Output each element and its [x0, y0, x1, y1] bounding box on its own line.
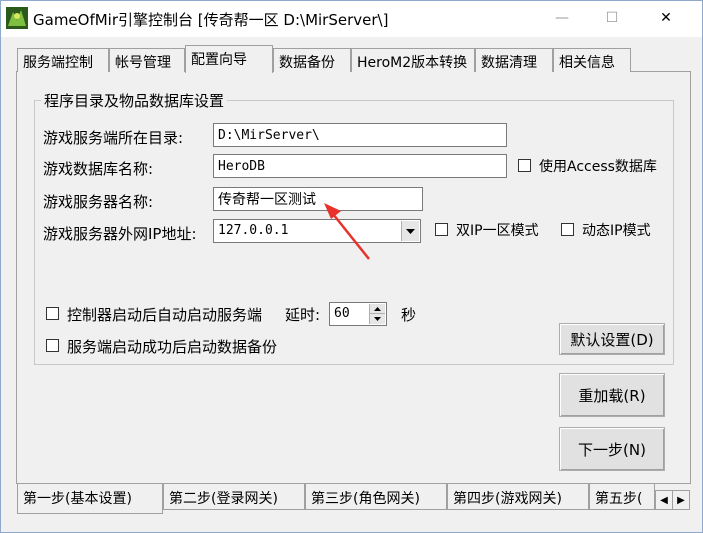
- delay-spinner[interactable]: 60: [329, 302, 387, 326]
- app-icon: [6, 7, 28, 29]
- seconds-label: 秒: [401, 306, 417, 324]
- delay-value: 60: [334, 306, 350, 321]
- title-bar: GameOfMir引擎控制台 [传奇帮一区 D:\MirServer\] — ☐…: [1, 1, 702, 37]
- minimize-icon: —: [555, 10, 569, 26]
- tab-step5[interactable]: 第五步(: [589, 484, 655, 510]
- tab-server-control[interactable]: 服务端控制: [17, 48, 109, 72]
- dynamic-ip-label: 动态IP模式: [582, 223, 651, 239]
- next-step-button[interactable]: 下一步(N): [559, 427, 665, 471]
- tab-herom2-convert[interactable]: HeroM2版本转换: [351, 48, 475, 72]
- backup-checkbox[interactable]: [46, 339, 59, 352]
- close-button[interactable]: ✕: [643, 1, 689, 35]
- dynamic-ip-checkbox[interactable]: [561, 223, 574, 236]
- tab-about[interactable]: 相关信息: [553, 48, 631, 72]
- spin-down-icon[interactable]: [370, 314, 385, 324]
- close-icon: ✕: [660, 10, 672, 26]
- autostart-label: 控制器启动后自动启动服务端: [67, 306, 263, 324]
- db-name-input[interactable]: [213, 154, 507, 178]
- autostart-checkbox[interactable]: [46, 307, 59, 320]
- group-title: 程序目录及物品数据库设置: [41, 90, 228, 111]
- window-title: GameOfMir引擎控制台 [传奇帮一区 D:\MirServer\]: [33, 11, 389, 29]
- spin-up-icon[interactable]: [370, 304, 385, 314]
- dual-ip-label: 双IP一区模式: [456, 223, 539, 239]
- tab-account-management[interactable]: 帐号管理: [109, 48, 185, 72]
- server-dir-input[interactable]: [213, 123, 507, 147]
- server-name-input[interactable]: [213, 187, 423, 211]
- reload-button[interactable]: 重加载(R): [559, 373, 665, 417]
- maximize-button[interactable]: ☐: [589, 1, 635, 35]
- dropdown-arrow-icon[interactable]: [401, 221, 419, 241]
- server-dir-label: 游戏服务端所在目录:: [43, 129, 184, 147]
- maximize-icon: ☐: [605, 10, 619, 26]
- external-ip-select[interactable]: 127.0.0.1: [213, 219, 421, 243]
- tab-data-cleanup[interactable]: 数据清理: [475, 48, 553, 72]
- tab-data-backup[interactable]: 数据备份: [273, 48, 351, 72]
- tab-scroll-left-icon[interactable]: ◀: [655, 490, 673, 510]
- backup-label: 服务端启动成功后启动数据备份: [67, 338, 278, 356]
- main-window: GameOfMir引擎控制台 [传奇帮一区 D:\MirServer\] — ☐…: [0, 0, 703, 533]
- tab-step1[interactable]: 第一步(基本设置): [17, 484, 163, 514]
- tab-step3[interactable]: 第三步(角色网关): [305, 484, 447, 510]
- delay-label: 延时:: [285, 306, 321, 324]
- tab-scroll-right-icon[interactable]: ▶: [672, 490, 690, 510]
- tab-step4[interactable]: 第四步(游戏网关): [447, 484, 589, 510]
- db-name-label: 游戏数据库名称:: [43, 160, 154, 178]
- external-ip-label: 游戏服务器外网IP地址:: [43, 225, 197, 243]
- use-access-label: 使用Access数据库: [539, 159, 657, 175]
- tab-step2[interactable]: 第二步(登录网关): [163, 484, 305, 510]
- dual-ip-checkbox[interactable]: [435, 223, 448, 236]
- default-settings-button[interactable]: 默认设置(D): [559, 323, 665, 355]
- external-ip-value: 127.0.0.1: [218, 223, 289, 238]
- minimize-button[interactable]: —: [539, 1, 585, 35]
- server-name-label: 游戏服务器名称:: [43, 193, 154, 211]
- tab-config-wizard[interactable]: 配置向导: [185, 45, 273, 73]
- use-access-checkbox[interactable]: [518, 159, 531, 172]
- annotation-arrow-icon: [324, 203, 370, 260]
